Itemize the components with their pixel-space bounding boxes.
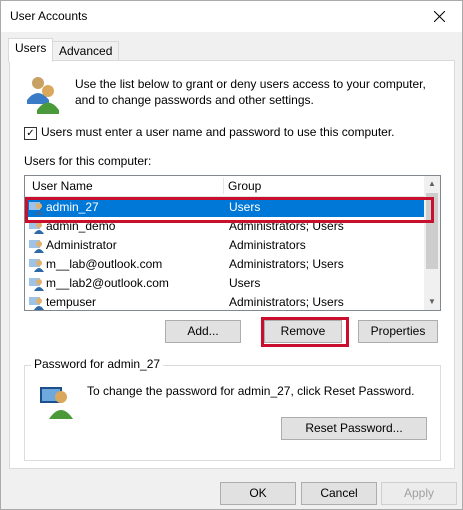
selected-row-highlight bbox=[25, 197, 434, 223]
password-icon bbox=[40, 387, 73, 419]
user-group-cell: Administrators bbox=[229, 238, 306, 252]
users-list-label: Users for this computer: bbox=[24, 154, 152, 168]
remove-button-highlight bbox=[261, 317, 349, 347]
column-header-group[interactable]: Group bbox=[228, 179, 261, 193]
table-row[interactable]: m__lab@outlook.com Administrators; Users bbox=[26, 255, 424, 274]
properties-button[interactable]: Properties bbox=[358, 320, 438, 343]
user-icon bbox=[29, 240, 44, 253]
scroll-up-icon[interactable]: ▲ bbox=[424, 176, 440, 192]
close-icon bbox=[433, 11, 445, 22]
apply-button[interactable]: Apply bbox=[381, 482, 457, 505]
ok-button[interactable]: OK bbox=[220, 482, 296, 505]
column-header-user-name[interactable]: User Name bbox=[32, 179, 93, 193]
user-name-cell: m__lab@outlook.com bbox=[46, 257, 163, 271]
title-bar: User Accounts bbox=[1, 1, 462, 32]
user-icon bbox=[29, 297, 44, 310]
user-name-cell: Administrator bbox=[46, 238, 117, 252]
intro-text: Use the list below to grant or deny user… bbox=[75, 77, 426, 107]
users-list[interactable]: User Name Group admin_27 Users admin_dem… bbox=[24, 175, 441, 311]
window-title: User Accounts bbox=[10, 9, 88, 23]
column-separator[interactable] bbox=[223, 178, 224, 194]
user-group-cell: Administrators; Users bbox=[229, 257, 344, 271]
user-icon bbox=[29, 278, 44, 291]
list-header: User Name Group bbox=[25, 176, 424, 197]
add-button[interactable]: Add... bbox=[165, 320, 241, 343]
scroll-down-icon[interactable]: ▼ bbox=[424, 294, 440, 310]
user-name-cell: m__lab2@outlook.com bbox=[46, 276, 169, 290]
users-panel: Use the list below to grant or deny user… bbox=[9, 60, 455, 469]
password-description: To change the password for admin_27, cli… bbox=[87, 384, 415, 398]
table-row[interactable]: m__lab2@outlook.com Users bbox=[26, 274, 424, 293]
password-group-title: Password for admin_27 bbox=[31, 357, 164, 371]
user-group-cell: Users bbox=[229, 276, 261, 290]
tab-advanced[interactable]: Advanced bbox=[52, 41, 120, 62]
user-icon bbox=[29, 259, 44, 272]
require-login-label: Users must enter a user name and passwor… bbox=[41, 125, 395, 139]
user-group-cell: Administrators; Users bbox=[229, 295, 344, 309]
table-row[interactable]: Administrator Administrators bbox=[26, 236, 424, 255]
users-icon bbox=[27, 77, 59, 114]
user-accounts-window: User Accounts Users Advanced Use the lis… bbox=[0, 0, 463, 510]
table-row[interactable]: tempuser Administrators; Users bbox=[26, 293, 424, 310]
close-button[interactable] bbox=[416, 1, 462, 32]
user-name-cell: tempuser bbox=[46, 295, 97, 309]
tab-users[interactable]: Users bbox=[8, 38, 54, 62]
require-login-checkbox[interactable]: ✓ bbox=[24, 127, 37, 140]
reset-password-button[interactable]: Reset Password... bbox=[281, 417, 427, 440]
password-group-box bbox=[24, 365, 441, 461]
cancel-button[interactable]: Cancel bbox=[301, 482, 377, 505]
